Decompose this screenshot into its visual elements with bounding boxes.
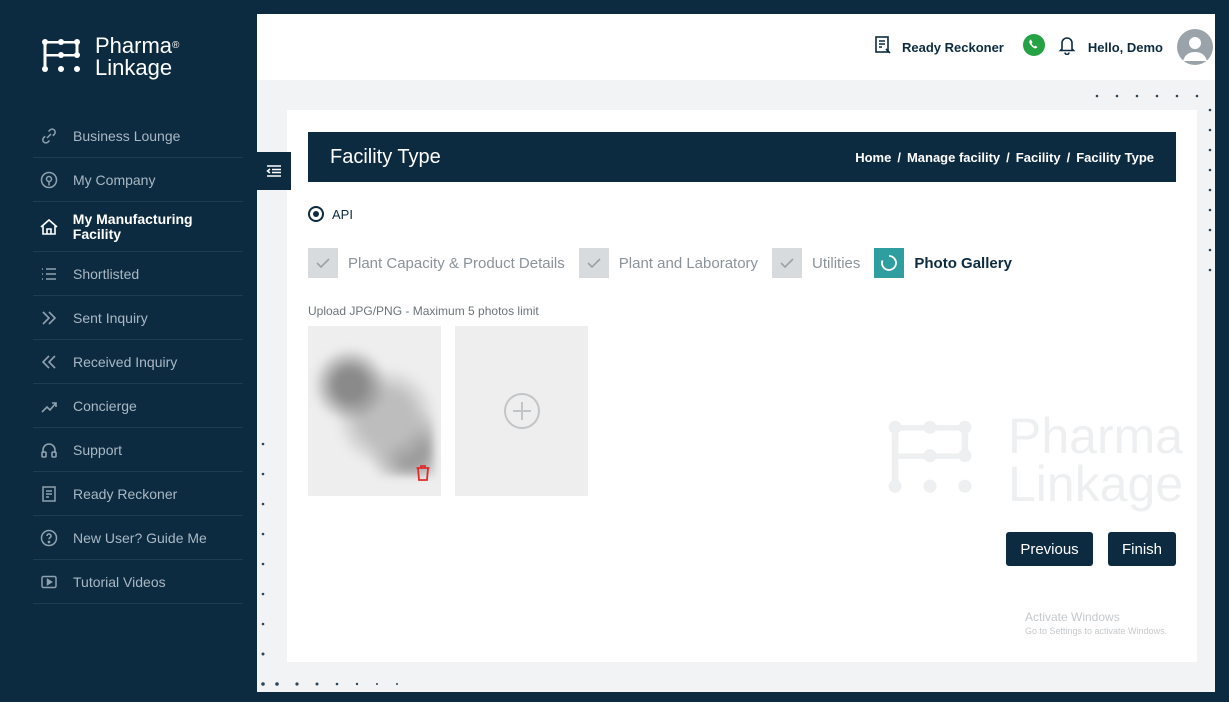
list-icon — [38, 263, 60, 285]
delete-photo-icon[interactable] — [415, 464, 431, 482]
sidebar-item-my-manufacturing-facility[interactable]: My Manufacturing Facility — [33, 202, 243, 252]
trend-line-icon — [38, 395, 60, 417]
step-label: Plant and Laboratory — [618, 254, 759, 272]
step-label: Utilities — [812, 254, 861, 272]
ready-reckoner-link[interactable]: Ready Reckoner — [902, 40, 1004, 55]
home-icon — [38, 216, 60, 238]
sidebar-item-ready-reckoner[interactable]: Ready Reckoner — [33, 472, 243, 516]
sidebar-item-sent-inquiry[interactable]: Sent Inquiry — [33, 296, 243, 340]
step-plant-laboratory[interactable]: Plant and Laboratory — [578, 248, 759, 278]
sidebar-item-label: Support — [73, 441, 123, 458]
upload-instructions: Upload JPG/PNG - Maximum 5 photos limit — [308, 304, 539, 318]
sidebar-item-label: Sent Inquiry — [73, 309, 148, 326]
brand-registered: ® — [172, 40, 180, 51]
photo-preview — [314, 346, 434, 476]
step-label: Photo Gallery — [914, 254, 1012, 272]
check-icon — [772, 248, 803, 278]
sidebar-item-label: Ready Reckoner — [73, 485, 178, 502]
sidebar-nav: Business Lounge My Company My Manufactur… — [33, 114, 243, 604]
document-icon — [38, 483, 60, 505]
top-bar-actions: Ready Reckoner Hello, Demo — [874, 28, 1215, 66]
facility-form-card: Facility Type Home / Manage facility / Facil… — [287, 110, 1197, 662]
logo-mark-icon — [42, 39, 80, 72]
step-utilities[interactable]: Utilities — [772, 248, 860, 278]
api-radio[interactable] — [308, 206, 324, 222]
sidebar-item-label: Business Lounge — [73, 127, 181, 144]
headset-icon — [38, 439, 60, 461]
app-frame: Pharma® Linkage Business Lounge My Compa… — [0, 0, 1229, 702]
sidebar-toggle-button[interactable] — [257, 152, 291, 190]
watermark-line2: Linkage — [1008, 456, 1184, 512]
brand-line2: Linkage — [95, 55, 173, 80]
double-chevron-left-icon — [38, 351, 60, 373]
page-header: Facility Type Home / Manage facility / Facil… — [308, 132, 1176, 182]
breadcrumb-facility-type: Facility Type — [1076, 149, 1154, 165]
activate-windows-title: Activate Windows — [1025, 610, 1120, 624]
previous-button[interactable]: Previous — [1006, 532, 1093, 566]
breadcrumb-home[interactable]: Home — [855, 150, 891, 165]
brand-logo[interactable]: Pharma® Linkage — [41, 32, 179, 82]
breadcrumb: Home / Manage facility / Facility / Facility T… — [855, 149, 1154, 165]
breadcrumb-facility[interactable]: Facility — [1016, 150, 1061, 165]
sidebar-item-business-lounge[interactable]: Business Lounge — [33, 114, 243, 158]
notification-bell-icon[interactable] — [1058, 35, 1076, 60]
activate-windows-notice: Activate Windows Go to Settings to activ… — [1025, 610, 1167, 636]
sidebar-item-label: New User? Guide Me — [73, 529, 207, 546]
sidebar-item-support[interactable]: Support — [33, 428, 243, 472]
finish-button[interactable]: Finish — [1108, 532, 1176, 566]
check-icon — [578, 248, 609, 278]
brand-name: Pharma® Linkage — [95, 35, 179, 79]
step-label: Plant Capacity & Product Details — [348, 254, 565, 272]
check-icon — [308, 248, 338, 278]
sidebar-item-tutorial-videos[interactable]: Tutorial Videos — [33, 560, 243, 604]
sidebar: Pharma® Linkage Business Lounge My Compa… — [13, 14, 257, 694]
sidebar-item-label: Concierge — [73, 397, 137, 414]
facility-type-option[interactable]: API — [308, 206, 353, 222]
page-title: Facility Type — [330, 145, 441, 168]
plus-circle-icon — [503, 393, 540, 429]
watermark-text: Pharma Linkage — [1008, 411, 1183, 509]
sidebar-item-shortlisted[interactable]: Shortlisted — [33, 252, 243, 296]
brand-watermark: Pharma Linkage — [882, 411, 1183, 509]
sidebar-item-concierge[interactable]: Concierge — [33, 384, 243, 428]
activate-windows-subtitle: Go to Settings to activate Windows. — [1025, 626, 1168, 636]
uploaded-photo-thumbnail[interactable] — [308, 326, 441, 496]
sidebar-item-guide-me[interactable]: New User? Guide Me — [33, 516, 243, 560]
add-photo-button[interactable] — [455, 326, 588, 496]
sidebar-item-received-inquiry[interactable]: Received Inquiry — [33, 340, 243, 384]
sidebar-item-label: My Manufacturing Facility — [72, 210, 193, 242]
link-icon — [38, 125, 60, 147]
step-plant-capacity[interactable]: Plant Capacity & Product Details — [308, 248, 565, 278]
watermark-logo-icon — [888, 420, 972, 493]
breadcrumb-manage-facility[interactable]: Manage facility — [907, 150, 1000, 165]
user-avatar[interactable] — [1177, 29, 1213, 65]
step-photo-gallery[interactable]: Photo Gallery — [874, 248, 1012, 278]
video-icon — [38, 571, 60, 593]
sidebar-item-label: Received Inquiry — [73, 353, 178, 370]
user-greeting[interactable]: Hello, Demo — [1088, 40, 1163, 55]
sidebar-item-my-company[interactable]: My Company — [33, 158, 243, 202]
ready-reckoner-icon[interactable] — [874, 35, 892, 60]
main-content: Ready Reckoner Hello, Demo Facility Type… — [257, 14, 1215, 692]
whatsapp-icon[interactable] — [1022, 33, 1046, 62]
question-circle-icon — [38, 527, 60, 549]
double-chevron-right-icon — [38, 307, 60, 329]
sidebar-item-label: My Company — [73, 171, 156, 188]
progress-spinner-icon — [874, 248, 905, 278]
location-pin-icon — [38, 169, 60, 191]
wizard-steps: Plant Capacity & Product Details Plant a… — [308, 248, 1026, 278]
collapse-menu-icon — [266, 165, 281, 177]
top-bar: Ready Reckoner Hello, Demo — [257, 14, 1215, 80]
api-radio-label: API — [332, 206, 353, 222]
sidebar-item-label: Tutorial Videos — [73, 573, 166, 590]
sidebar-item-label: Shortlisted — [73, 265, 140, 282]
